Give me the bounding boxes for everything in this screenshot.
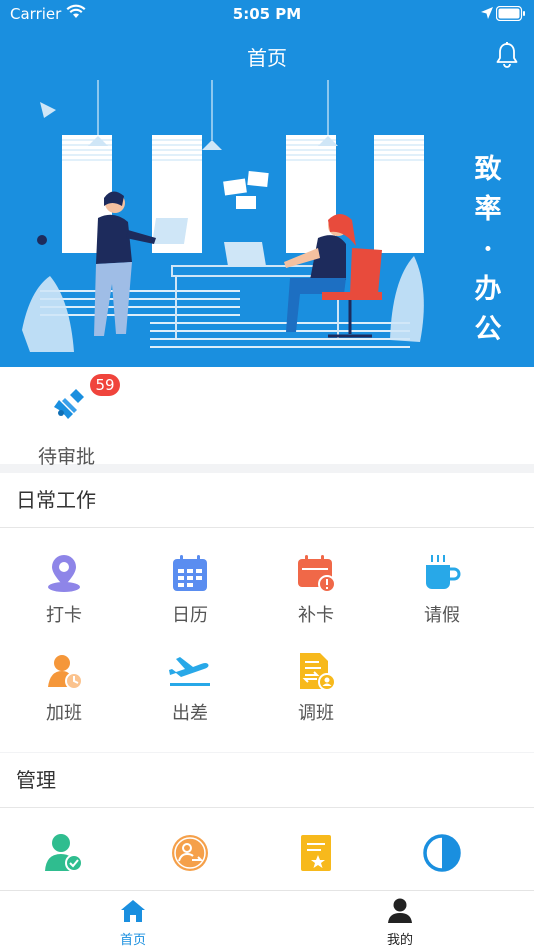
overtime-button[interactable]: 加班 <box>0 651 128 741</box>
bell-icon[interactable] <box>496 42 518 68</box>
slogan-char: 办 <box>474 274 502 305</box>
slogan-char: · <box>483 234 493 265</box>
coffee-cup-icon <box>426 555 461 589</box>
management-transfer-button[interactable] <box>126 833 254 877</box>
clock-in-label: 打卡 <box>46 605 82 626</box>
approval-section: 待审批 <box>0 367 534 468</box>
overtime-label: 加班 <box>46 703 82 724</box>
slogan-char: 公 <box>474 314 502 345</box>
business-trip-label: 出差 <box>172 703 208 724</box>
tab-home-label: 首页 <box>119 933 146 948</box>
pending-count-badge: 59 <box>90 374 120 396</box>
management-section: 管理 <box>0 753 534 890</box>
leave-label: 请假 <box>424 605 460 626</box>
document-star-icon <box>301 835 331 871</box>
business-trip-button[interactable]: 出差 <box>126 651 254 741</box>
calendar-alert-icon <box>298 555 336 593</box>
daily-work-title: 日常工作 <box>0 473 534 528</box>
tab-mine[interactable]: 我的 <box>340 897 460 948</box>
management-approval-button[interactable] <box>0 833 128 877</box>
profile-icon <box>388 898 412 923</box>
makeup-clock-button[interactable]: 补卡 <box>252 553 380 643</box>
banner-slogan: 致 率 · 办 公 <box>468 150 508 350</box>
person-transfer-icon <box>172 835 208 871</box>
tab-mine-label: 我的 <box>386 933 413 948</box>
calendar-icon <box>173 555 207 591</box>
slogan-char: 致 <box>474 154 502 185</box>
clock-text: 5:05 PM <box>232 5 302 23</box>
satellite-icon <box>54 389 84 419</box>
home-icon <box>121 900 145 922</box>
daily-work-section: 日常工作 打卡 日历 补卡 请假 加班 出差 调班 <box>0 473 534 752</box>
person-check-icon <box>45 834 83 872</box>
battery-icon <box>496 6 525 21</box>
nav-bar: 首页 <box>0 28 534 80</box>
slogan-char: 率 <box>474 194 502 225</box>
office-banner: 致 率 · 办 公 <box>0 80 534 367</box>
shift-swap-label: 调班 <box>298 703 334 724</box>
calendar-button[interactable]: 日历 <box>126 553 254 643</box>
page-title: 首页 <box>247 46 287 70</box>
management-review-button[interactable] <box>252 833 380 877</box>
office-illustration <box>22 80 424 352</box>
pending-approval-label: 待审批 <box>38 446 96 468</box>
location-arrow-icon <box>481 7 493 19</box>
contrast-icon <box>423 834 461 872</box>
shift-swap-button[interactable]: 调班 <box>252 651 380 741</box>
airplane-icon <box>169 657 210 686</box>
status-bar: Carrier 5:05 PM <box>0 0 534 28</box>
person-clock-icon <box>48 655 83 690</box>
makeup-clock-label: 补卡 <box>298 605 334 626</box>
management-title: 管理 <box>0 753 534 808</box>
document-swap-icon <box>300 653 336 691</box>
clock-in-button[interactable]: 打卡 <box>0 553 128 643</box>
tab-home[interactable]: 首页 <box>73 897 193 948</box>
calendar-label: 日历 <box>172 605 208 626</box>
leave-button[interactable]: 请假 <box>378 553 506 643</box>
location-pin-icon <box>48 555 80 592</box>
management-stats-button[interactable] <box>378 833 506 877</box>
tab-bar: 首页 我的 <box>0 890 534 950</box>
